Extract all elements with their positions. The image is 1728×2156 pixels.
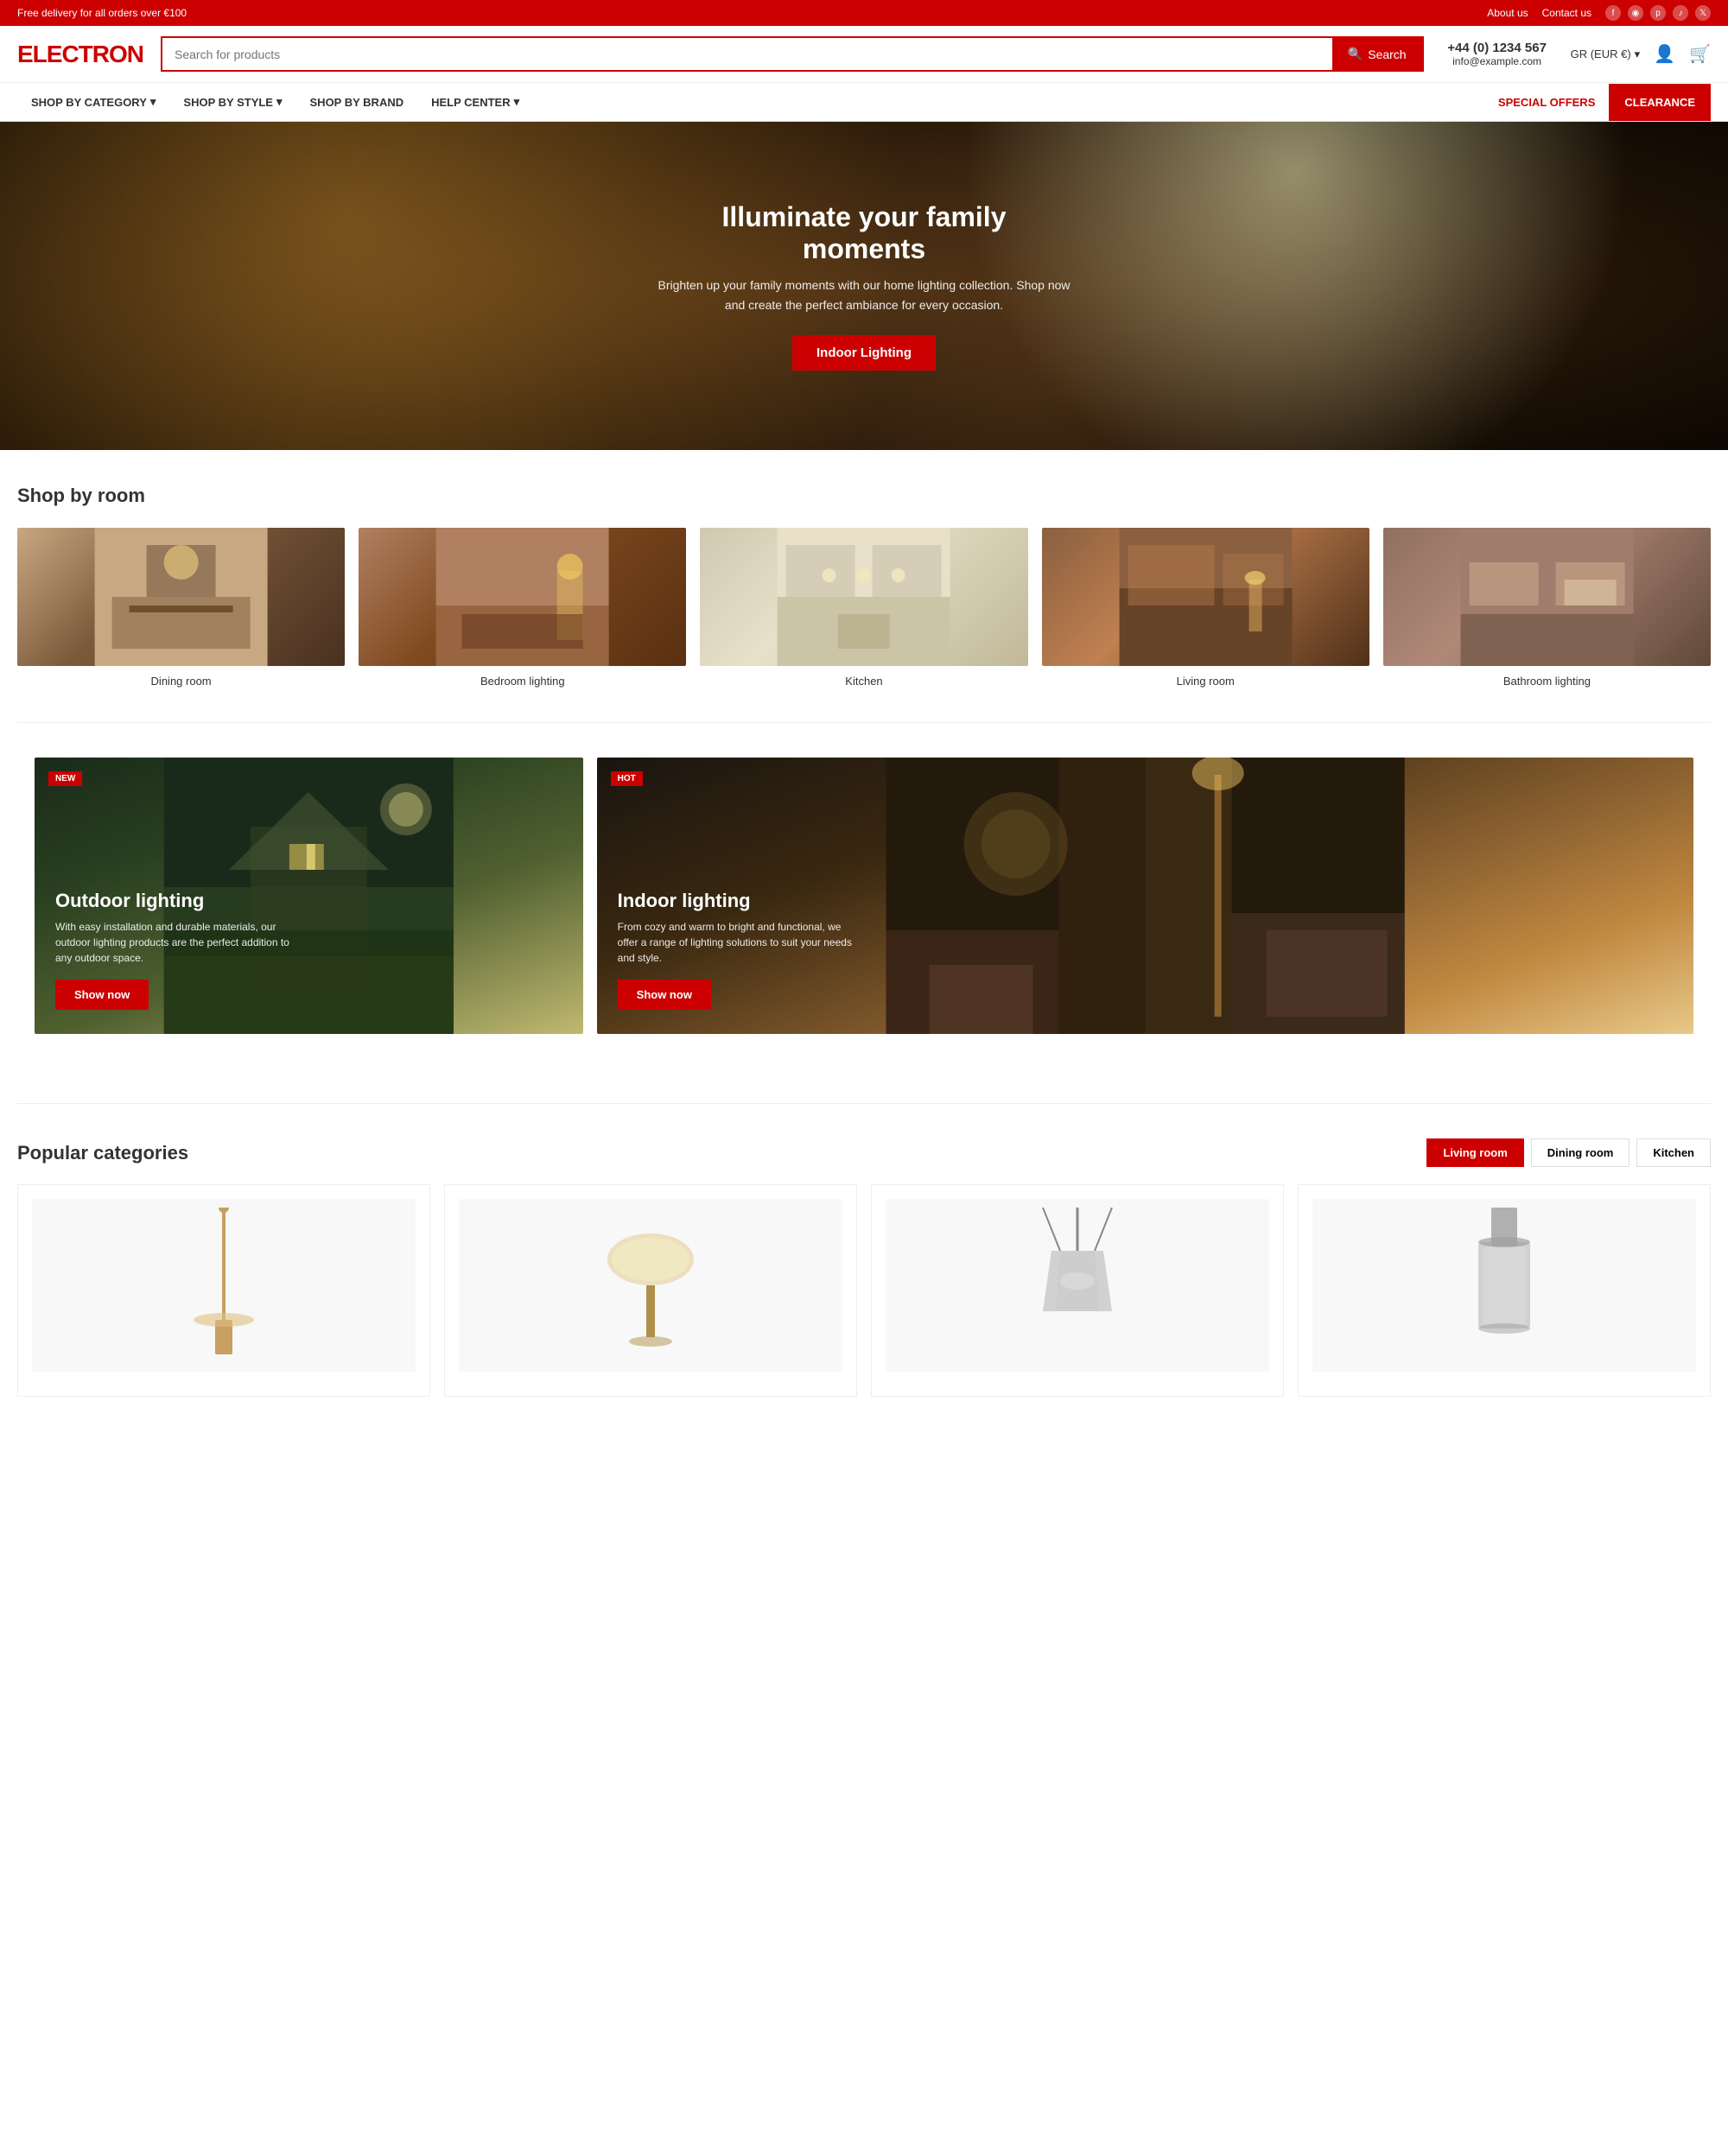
nav-special-label: SPECIAL OFFERS xyxy=(1498,96,1595,109)
header-right: GR (EUR €) ▾ 👤 🛒 xyxy=(1571,43,1711,65)
chevron-down-icon: ▾ xyxy=(1635,48,1641,61)
promo-content-indoor: Indoor lighting From cozy and warm to br… xyxy=(618,890,860,1010)
search-button[interactable]: 🔍 Search xyxy=(1332,38,1422,70)
popular-header: Popular categories Living room Dining ro… xyxy=(0,1138,1728,1184)
tab-dining-room[interactable]: Dining room xyxy=(1531,1138,1630,1167)
facebook-icon[interactable]: f xyxy=(1605,5,1621,21)
header: ELECTRON 🔍 Search +44 (0) 1234 567 info@… xyxy=(0,26,1728,83)
room-label-dining: Dining room xyxy=(17,675,345,688)
nav-item-special-offers[interactable]: SPECIAL OFFERS xyxy=(1484,84,1609,121)
tab-living-room[interactable]: Living room xyxy=(1426,1138,1523,1167)
promo-card-indoor[interactable]: HOT Indoor lighting From cozy and warm t… xyxy=(597,758,1693,1034)
account-icon[interactable]: 👤 xyxy=(1654,43,1675,65)
hero-subtitle: Brighten up your family moments with our… xyxy=(657,276,1071,314)
promo-badge-outdoor: NEW xyxy=(48,771,82,786)
promo-desc-indoor: From cozy and warm to bright and functio… xyxy=(618,919,860,966)
search-input[interactable] xyxy=(162,39,1332,70)
nav-help-label: HELP CENTER xyxy=(431,96,511,109)
chevron-down-icon: ▾ xyxy=(276,95,283,109)
currency-selector[interactable]: GR (EUR €) ▾ xyxy=(1571,48,1641,61)
instagram-icon[interactable]: ◉ xyxy=(1628,5,1643,21)
shop-by-room-title: Shop by room xyxy=(17,485,1711,507)
product-card-1[interactable] xyxy=(444,1184,857,1397)
product-card-2[interactable] xyxy=(871,1184,1284,1397)
room-label-bathroom: Bathroom lighting xyxy=(1383,675,1711,688)
hero-title: Illuminate your family moments xyxy=(657,201,1071,265)
nav-left: SHOP BY CATEGORY ▾ SHOP BY STYLE ▾ SHOP … xyxy=(17,83,533,121)
tab-kitchen[interactable]: Kitchen xyxy=(1636,1138,1711,1167)
room-img-living xyxy=(1042,528,1369,666)
hero-cta-button[interactable]: Indoor Lighting xyxy=(792,335,936,371)
nav-item-style[interactable]: SHOP BY STYLE ▾ xyxy=(169,83,295,121)
product-img-1 xyxy=(459,1199,842,1372)
room-card-living[interactable]: Living room xyxy=(1042,528,1369,688)
product-card-3[interactable] xyxy=(1298,1184,1711,1397)
product-img-3 xyxy=(1312,1199,1696,1372)
room-img-kitchen xyxy=(700,528,1027,666)
delivery-text: Free delivery for all orders over €100 xyxy=(17,7,187,19)
chevron-down-icon: ▾ xyxy=(514,95,520,109)
tiktok-icon[interactable]: ♪ xyxy=(1673,5,1688,21)
hero-content: Illuminate your family moments Brighten … xyxy=(639,184,1089,388)
nav-brand-label: SHOP BY BRAND xyxy=(310,96,404,109)
nav-clearance-label: CLEARANCE xyxy=(1624,96,1695,109)
promo-content-outdoor: Outdoor lighting With easy installation … xyxy=(55,890,297,1010)
pinterest-icon[interactable]: p xyxy=(1650,5,1666,21)
cart-icon[interactable]: 🛒 xyxy=(1689,43,1711,65)
phone-number: +44 (0) 1234 567 xyxy=(1441,41,1553,55)
room-card-kitchen[interactable]: Kitchen xyxy=(700,528,1027,688)
nav-right: SPECIAL OFFERS CLEARANCE xyxy=(1484,84,1711,121)
popular-categories-section: Popular categories Living room Dining ro… xyxy=(0,1104,1728,1431)
email-address: info@example.com xyxy=(1441,55,1553,67)
product-img-2 xyxy=(886,1199,1269,1372)
promo-grid: NEW Outdoor lighting With easy installat… xyxy=(17,758,1711,1068)
room-label-bedroom: Bedroom lighting xyxy=(359,675,686,688)
room-card-dining[interactable]: Dining room xyxy=(17,528,345,688)
currency-label: GR (EUR €) xyxy=(1571,48,1631,60)
top-banner: Free delivery for all orders over €100 A… xyxy=(0,0,1728,26)
promo-title-outdoor: Outdoor lighting xyxy=(55,890,297,912)
product-card-0[interactable] xyxy=(17,1184,430,1397)
search-button-label: Search xyxy=(1368,48,1406,61)
promo-desc-outdoor: With easy installation and durable mater… xyxy=(55,919,297,966)
nav-item-clearance[interactable]: CLEARANCE xyxy=(1609,84,1711,121)
contact-info: +44 (0) 1234 567 info@example.com xyxy=(1441,41,1553,67)
promo-btn-indoor[interactable]: Show now xyxy=(618,980,711,1010)
promo-title-indoor: Indoor lighting xyxy=(618,890,860,912)
social-icons: f ◉ p ♪ 𝕏 xyxy=(1605,5,1711,21)
room-img-dining xyxy=(17,528,345,666)
chevron-down-icon: ▾ xyxy=(150,95,156,109)
nav-category-label: SHOP BY CATEGORY xyxy=(31,96,147,109)
main-nav: SHOP BY CATEGORY ▾ SHOP BY STYLE ▾ SHOP … xyxy=(0,83,1728,122)
promo-btn-outdoor[interactable]: Show now xyxy=(55,980,149,1010)
nav-style-label: SHOP BY STYLE xyxy=(183,96,273,109)
popular-tabs: Living room Dining room Kitchen xyxy=(1426,1138,1711,1167)
hero-banner: Illuminate your family moments Brighten … xyxy=(0,122,1728,450)
popular-categories-title: Popular categories xyxy=(17,1142,188,1164)
search-icon: 🔍 xyxy=(1348,47,1363,61)
nav-item-help[interactable]: HELP CENTER ▾ xyxy=(417,83,533,121)
shop-by-room-section: Shop by room Dining room xyxy=(0,450,1728,722)
promo-section: NEW Outdoor lighting With easy installat… xyxy=(0,723,1728,1103)
contact-link[interactable]: Contact us xyxy=(1542,7,1591,19)
promo-card-outdoor[interactable]: NEW Outdoor lighting With easy installat… xyxy=(35,758,583,1034)
products-grid xyxy=(0,1184,1728,1431)
room-label-kitchen: Kitchen xyxy=(700,675,1027,688)
product-img-0 xyxy=(32,1199,416,1372)
room-card-bedroom[interactable]: Bedroom lighting xyxy=(359,528,686,688)
nav-item-category[interactable]: SHOP BY CATEGORY ▾ xyxy=(17,83,169,121)
room-card-bathroom[interactable]: Bathroom lighting xyxy=(1383,528,1711,688)
room-label-living: Living room xyxy=(1042,675,1369,688)
nav-item-brand[interactable]: SHOP BY BRAND xyxy=(296,83,418,121)
search-bar: 🔍 Search xyxy=(161,36,1424,72)
room-img-bathroom xyxy=(1383,528,1711,666)
top-links: About us Contact us f ◉ p ♪ 𝕏 xyxy=(1487,5,1711,21)
logo[interactable]: ELECTRON xyxy=(17,41,143,68)
twitter-icon[interactable]: 𝕏 xyxy=(1695,5,1711,21)
room-grid: Dining room Bedroom lighting xyxy=(17,528,1711,688)
promo-badge-indoor: HOT xyxy=(611,771,643,786)
room-img-bedroom xyxy=(359,528,686,666)
about-link[interactable]: About us xyxy=(1487,7,1528,19)
